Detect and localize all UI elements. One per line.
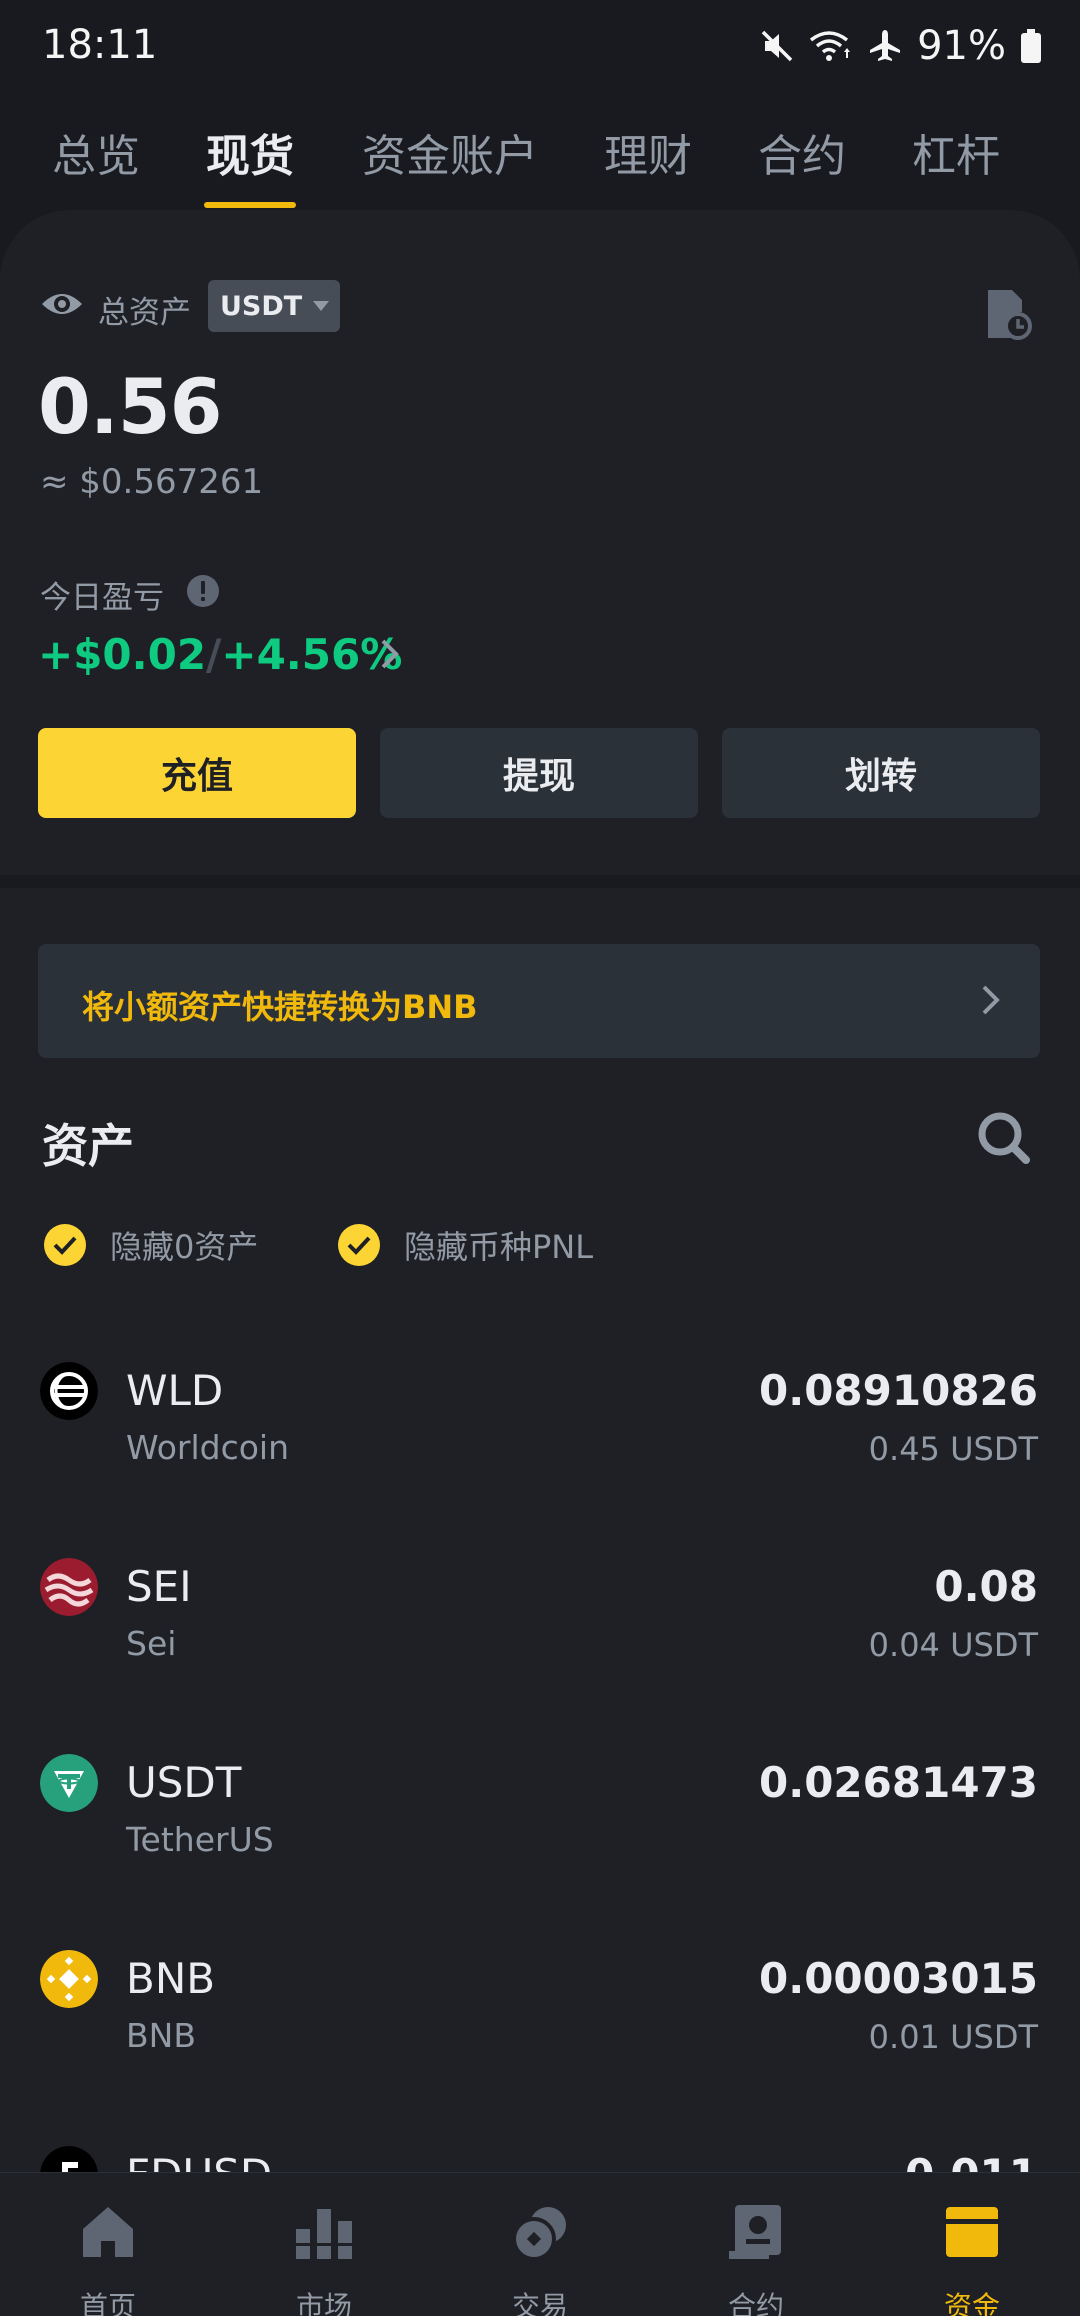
hide-zero-assets-toggle[interactable]: 隐藏0资产 <box>44 1222 258 1268</box>
coin-usdt-value: 0.04 USDT <box>868 1626 1038 1664</box>
status-icons: 91% <box>759 22 1042 70</box>
nav-home-label: 首页 <box>79 2290 136 2316</box>
info-icon[interactable] <box>186 574 220 608</box>
asset-row-usdt[interactable]: USDT TetherUS 0.02681473 <box>0 1754 1080 1944</box>
asset-row-sei[interactable]: SEI Sei 0.08 0.04 USDT <box>0 1558 1080 1748</box>
nav-trade[interactable]: 交易 <box>432 2173 648 2316</box>
nav-trade-label: 交易 <box>511 2290 568 2316</box>
tether-logo-icon <box>40 1754 98 1812</box>
account-tabs: 总览 现货 资金账户 理财 合约 杠杆 <box>0 110 1080 210</box>
battery-icon <box>1021 29 1041 63</box>
futures-icon <box>729 2205 781 2259</box>
banner-text: 将小额资产快捷转换为BNB <box>82 988 478 1026</box>
hide-coin-pnl-toggle[interactable]: 隐藏币种PNL <box>338 1222 593 1268</box>
assets-title: 资产 <box>42 1119 134 1173</box>
coin-amount: 0.02681473 <box>759 1758 1038 1807</box>
tab-funding[interactable]: 资金账户 <box>362 120 538 184</box>
trade-icon <box>512 2207 566 2261</box>
nav-market[interactable]: 市场 <box>216 2173 432 2316</box>
pnl-separator: / <box>206 630 222 679</box>
deposit-button[interactable]: 充值 <box>38 728 356 818</box>
hide-coin-pnl-label: 隐藏币种PNL <box>404 1228 594 1266</box>
sei-logo-icon <box>40 1558 98 1616</box>
tab-earn[interactable]: 理财 <box>604 120 692 184</box>
coin-symbol: BNB <box>126 1954 216 2003</box>
pnl-amount: +$0.02 <box>38 630 207 679</box>
chevron-right-icon[interactable] <box>378 636 402 672</box>
assets-section: 将小额资产快捷转换为BNB 资产 隐藏0资产 隐藏币种PNL WLD World… <box>0 888 1080 2316</box>
battery-percent: 91% <box>917 23 1006 69</box>
pnl-percent: +4.56% <box>221 630 403 679</box>
search-icon[interactable] <box>976 1110 1032 1166</box>
coin-amount: 0.08910826 <box>759 1366 1038 1415</box>
spot-wallet-screen: 18:11 91% 总览 现货 资金账户 理财 合约 杠杆 总资产 USDT 0… <box>0 0 1080 2316</box>
status-bar: 18:11 91% <box>0 0 1080 92</box>
wifi-icon <box>810 31 851 61</box>
coin-name: TetherUS <box>126 1820 274 1859</box>
tab-futures[interactable]: 合约 <box>758 120 846 184</box>
coin-symbol: USDT <box>126 1758 242 1807</box>
checkmark-icon <box>338 1224 380 1266</box>
nav-wallet-label: 资金 <box>943 2290 1000 2316</box>
nav-futures-label: 合约 <box>727 2290 784 2316</box>
tab-spot[interactable]: 现货 <box>206 120 294 184</box>
coin-usdt-value: 0.01 USDT <box>868 2018 1038 2056</box>
tab-overview[interactable]: 总览 <box>52 120 140 184</box>
eye-icon[interactable] <box>40 286 84 322</box>
bnb-logo-icon <box>40 1950 98 2008</box>
airplane-mode-icon <box>870 30 901 61</box>
mute-icon <box>761 30 793 62</box>
market-icon <box>296 2209 352 2259</box>
withdraw-button[interactable]: 提现 <box>380 728 698 818</box>
convert-small-assets-banner[interactable]: 将小额资产快捷转换为BNB <box>38 944 1040 1058</box>
currency-label: USDT <box>220 290 303 322</box>
bottom-navigation: 首页 市场 交易 合约 资金 <box>0 2172 1080 2316</box>
coin-symbol: WLD <box>126 1366 224 1415</box>
asset-row-bnb[interactable]: BNB BNB 0.00003015 0.01 USDT <box>0 1950 1080 2140</box>
asset-row-wld[interactable]: WLD Worldcoin 0.08910826 0.45 USDT <box>0 1362 1080 1552</box>
nav-wallet[interactable]: 资金 <box>864 2173 1080 2316</box>
nav-market-label: 市场 <box>295 2290 352 2316</box>
today-pnl-value: +$0.02/+4.56% <box>38 630 402 679</box>
coin-symbol: SEI <box>126 1562 192 1611</box>
status-time: 18:11 <box>42 22 158 68</box>
checkmark-icon <box>44 1224 86 1266</box>
coin-amount: 0.00003015 <box>759 1954 1038 2003</box>
total-balance-value: 0.56 <box>38 362 223 451</box>
worldcoin-logo-icon <box>40 1362 98 1420</box>
transfer-button[interactable]: 划转 <box>722 728 1040 818</box>
pnl-report-icon[interactable] <box>984 286 1032 342</box>
chevron-right-icon <box>982 985 1000 1015</box>
tab-margin[interactable]: 杠杆 <box>912 120 1000 184</box>
active-tab-indicator <box>204 202 296 208</box>
wallet-icon <box>946 2207 998 2257</box>
coin-name: Worldcoin <box>126 1428 289 1467</box>
coin-usdt-value: 0.45 USDT <box>868 1430 1038 1468</box>
nav-home[interactable]: 首页 <box>0 2173 216 2316</box>
nav-futures[interactable]: 合约 <box>648 2173 864 2316</box>
coin-name: Sei <box>126 1624 177 1663</box>
coin-amount: 0.08 <box>934 1562 1038 1611</box>
total-balance-usd: ≈ $0.567261 <box>40 462 264 502</box>
total-assets-label: 总资产 <box>98 295 191 331</box>
currency-selector[interactable]: USDT <box>208 280 340 332</box>
coin-name: BNB <box>126 2016 196 2055</box>
today-pnl-label: 今日盈亏 <box>40 580 164 616</box>
home-icon <box>83 2207 133 2257</box>
caret-down-icon <box>313 301 330 311</box>
hide-zero-assets-label: 隐藏0资产 <box>110 1228 259 1266</box>
